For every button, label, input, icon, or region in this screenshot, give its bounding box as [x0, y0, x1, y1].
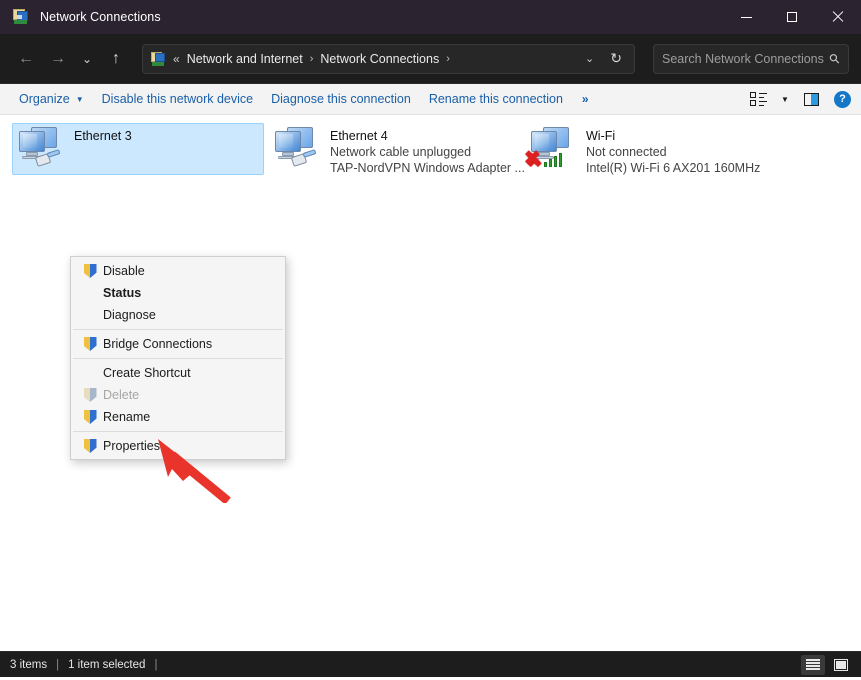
shield-icon [77, 435, 103, 457]
context-menu-item-status[interactable]: Status [71, 282, 285, 304]
connection-status: Not connected [586, 145, 760, 159]
connection-status: Network cable unplugged [330, 145, 525, 159]
connection-text: Wi-Fi Not connected Intel(R) Wi-Fi 6 AX2… [586, 127, 760, 175]
breadcrumb-overflow[interactable]: « [173, 52, 180, 66]
context-menu-item-label: Status [103, 286, 141, 300]
up-button[interactable]: ↑ [100, 44, 132, 74]
context-menu-item-label: Disable [103, 264, 145, 278]
network-connections-icon [12, 8, 30, 26]
window-controls [723, 0, 861, 34]
status-divider: | [154, 659, 157, 671]
command-bar: Organize ▼ Disable this network device D… [0, 84, 861, 115]
diagnose-connection-button[interactable]: Diagnose this connection [262, 87, 420, 111]
connection-name: Ethernet 4 [330, 129, 525, 143]
close-button[interactable] [815, 0, 861, 34]
file-explorer-window: Network Connections ← → ⌄ ↑ « Network an… [0, 0, 861, 680]
preview-pane-icon[interactable] [798, 87, 824, 111]
title-bar: Network Connections [0, 0, 861, 34]
network-adapter-icon [272, 127, 320, 171]
details-view-icon[interactable] [801, 655, 825, 675]
chevron-down-icon[interactable]: ⌄ [577, 52, 602, 65]
menu-separator [73, 358, 283, 359]
selection-status: 1 item selected [68, 659, 145, 671]
shield-icon [77, 406, 103, 428]
status-divider: | [56, 659, 59, 671]
connection-item-ethernet-4[interactable]: Ethernet 4 Network cable unplugged TAP-N… [268, 123, 518, 179]
organize-button[interactable]: Organize ▼ [10, 87, 93, 111]
view-mode-buttons [801, 655, 853, 675]
connection-adapter: TAP-NordVPN Windows Adapter ... [330, 161, 525, 175]
shield-icon [77, 333, 103, 355]
context-menu-item-label: Rename [103, 410, 150, 424]
back-button[interactable]: ← [10, 44, 42, 74]
shield-icon [77, 260, 103, 282]
context-menu-item-label: Create Shortcut [103, 366, 191, 380]
window-title: Network Connections [40, 10, 161, 24]
rename-connection-button[interactable]: Rename this connection [420, 87, 572, 111]
wifi-adapter-icon: ✖ [528, 127, 576, 171]
context-menu: Disable Status Diagnose Bridge Connectio… [70, 256, 286, 460]
breadcrumb-separator: › [310, 53, 314, 65]
menu-separator [73, 329, 283, 330]
breadcrumb-item-network-connections[interactable]: Network Connections [320, 52, 439, 66]
context-menu-item-label: Bridge Connections [103, 337, 212, 351]
item-count: 3 items [10, 659, 47, 671]
red-arrow-annotation [150, 431, 250, 503]
help-icon[interactable]: ? [834, 91, 851, 108]
connection-text: Ethernet 4 Network cable unplugged TAP-N… [330, 127, 525, 175]
context-menu-item-bridge-connections[interactable]: Bridge Connections [71, 333, 285, 355]
context-menu-item-rename[interactable]: Rename [71, 406, 285, 428]
context-menu-item-label: Delete [103, 388, 139, 402]
refresh-icon[interactable]: ↻ [602, 50, 630, 67]
network-adapter-icon [16, 127, 64, 171]
recent-locations-button[interactable]: ⌄ [74, 44, 100, 74]
maximize-button[interactable] [769, 0, 815, 34]
shield-icon [77, 384, 103, 406]
forward-button[interactable]: → [42, 44, 74, 74]
breadcrumb[interactable]: « Network and Internet › Network Connect… [142, 44, 635, 74]
organize-label: Organize [19, 92, 70, 106]
large-icons-view-icon[interactable] [829, 655, 853, 675]
breadcrumb-folder-icon [151, 51, 167, 67]
connections-list: Ethernet 3 Ethernet 4 Network cable unpl… [0, 115, 861, 651]
minimize-button[interactable] [723, 0, 769, 34]
connection-name: Wi-Fi [586, 129, 760, 143]
signal-bars-icon [544, 151, 566, 167]
context-menu-item-label: Diagnose [103, 308, 156, 322]
connection-adapter: Intel(R) Wi-Fi 6 AX201 160MHz [586, 161, 760, 175]
toolbar-overflow-button[interactable]: » [572, 92, 599, 106]
breadcrumb-trailing-separator: › [446, 53, 450, 65]
red-x-icon: ✖ [524, 149, 544, 169]
view-options-icon[interactable] [746, 87, 772, 111]
context-menu-item-delete: Delete [71, 384, 285, 406]
disable-network-device-button[interactable]: Disable this network device [93, 87, 262, 111]
context-menu-item-create-shortcut[interactable]: Create Shortcut [71, 362, 285, 384]
navigation-bar: ← → ⌄ ↑ « Network and Internet › Network… [0, 34, 861, 84]
command-bar-right: ▼ ? [746, 87, 851, 111]
context-menu-item-diagnose[interactable]: Diagnose [71, 304, 285, 326]
status-bar: 3 items | 1 item selected | [0, 651, 861, 677]
connection-item-wi-fi[interactable]: ✖ Wi-Fi Not connected Intel(R) Wi-Fi 6 A… [524, 123, 764, 179]
connection-name: Ethernet 3 [74, 129, 132, 143]
view-options-chevron-down-icon[interactable]: ▼ [776, 95, 794, 104]
chevron-down-icon: ▼ [76, 95, 84, 104]
search-input[interactable] [662, 52, 830, 66]
connection-text: Ethernet 3 [74, 127, 132, 145]
connection-item-ethernet-3[interactable]: Ethernet 3 [12, 123, 264, 175]
search-box[interactable]: ⚲ [653, 44, 849, 74]
breadcrumb-item-network-and-internet[interactable]: Network and Internet [187, 52, 303, 66]
context-menu-item-disable[interactable]: Disable [71, 260, 285, 282]
